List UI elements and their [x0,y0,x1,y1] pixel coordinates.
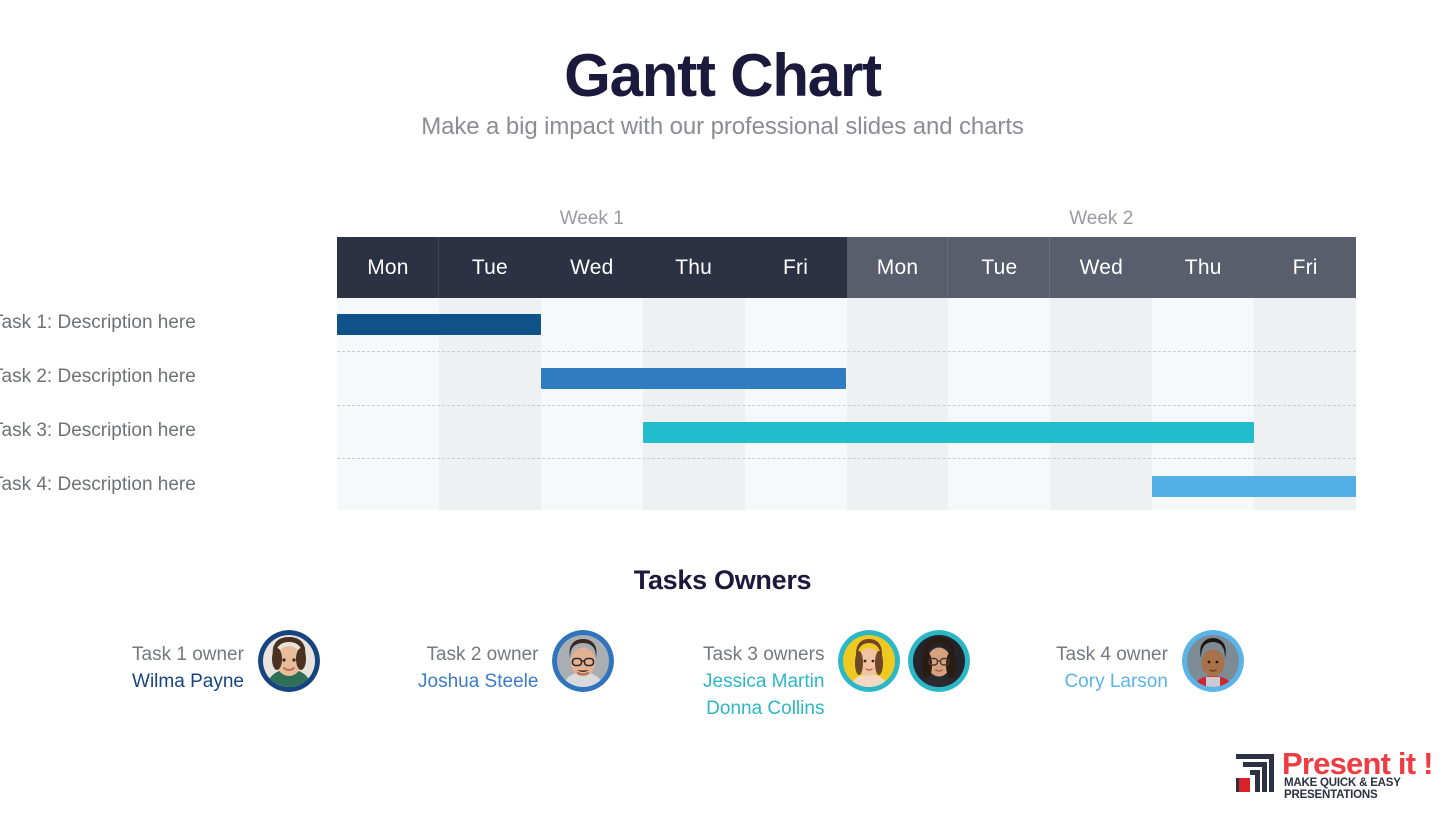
owner-group-task-3[interactable]: Task 3 owners Jessica Martin Donna Colli… [703,630,971,723]
grid-column-w2-mon [846,298,949,510]
day-header-w2-wed: Wed [1050,237,1153,298]
gantt-grid-body [337,298,1357,510]
avatar[interactable] [908,630,971,692]
owner-text-task-1: Task 1 owner Wilma Payne [132,630,258,696]
avatar[interactable] [1181,630,1244,692]
gantt-bar-task-2[interactable] [540,368,847,389]
owner-role-task-1: Task 1 owner [132,644,244,665]
logo-wordmark: Present it ! [1282,746,1433,781]
week-label-2: Week 2 [1069,208,1134,229]
avatar-wilma-payne [257,630,320,692]
grid-column-w1-wed [540,298,643,510]
avatar[interactable] [257,630,320,692]
task-label-4: Task 4: Description here [0,474,196,495]
present-it-logo-icon [1236,754,1274,792]
gantt-bar-task-3[interactable] [642,422,1255,443]
task-label-3: Task 3: Description here [0,420,196,441]
row-divider-3 [337,458,1356,459]
task-label-1: Task 1: Description here [0,312,196,333]
day-header-w1-mon: Mon [337,237,439,298]
task-label-2: Task 2: Description here [0,366,196,387]
owner-text-task-2: Task 2 owner Joshua Steele [418,630,552,696]
avatar[interactable] [552,630,615,692]
owner-avatars-task-4 [1181,630,1244,692]
grid-column-w1-thu [642,298,745,510]
owner-avatars-task-2 [552,630,615,692]
owner-text-task-3: Task 3 owners Jessica Martin Donna Colli… [703,630,838,723]
gantt-bar-task-1[interactable] [337,314,541,335]
week-label-row: Week 1 Week 2 [337,208,1356,236]
owner-name-task-3-a: Jessica Martin [703,670,825,692]
grid-column-w2-tue [948,298,1051,510]
week-label-1: Week 1 [559,208,624,229]
grid-column-w1-fri [744,298,847,510]
brand-logo: Present it ! MAKE QUICK & EASY PRESENTAT… [1234,748,1434,801]
day-header-row: Mon Tue Wed Thu Fri Mon Tue Wed Thu Fri [337,237,1357,298]
owner-role-task-2: Task 2 owner [426,644,539,665]
avatar-joshua-steele [552,630,615,692]
owner-name-task-1-a: Wilma Payne [132,670,244,692]
page-subtitle: Make a big impact with our professional … [421,113,1024,140]
owner-name-task-2-a: Joshua Steele [418,670,539,692]
avatar-donna-collins [908,630,971,692]
day-header-w2-fri: Fri [1254,237,1357,298]
avatar-cory-larson [1181,630,1244,692]
day-header-w1-wed: Wed [540,237,643,298]
owner-avatars-task-3 [838,630,971,692]
owner-group-task-1[interactable]: Task 1 owner Wilma Payne [132,630,320,696]
day-header-w2-tue: Tue [948,237,1051,298]
owner-text-task-4: Task 4 owner Cory Larson [1056,630,1182,696]
page-title: Gantt Chart [564,42,882,109]
grid-column-w2-wed [1050,298,1153,510]
owner-group-task-2[interactable]: Task 2 owner Joshua Steele [418,630,615,696]
avatar[interactable] [838,630,901,692]
row-divider-1 [337,351,1356,352]
owner-group-task-4[interactable]: Task 4 owner Cory Larson [1056,630,1244,696]
owners-row: Task 1 owner Wilma Payne Task 2 owner Jo… [120,630,1345,750]
day-header-w2-mon: Mon [846,237,949,298]
avatar-jessica-martin [838,630,901,692]
gantt-bar-task-4[interactable] [1152,476,1356,497]
owners-section-title: Tasks Owners [633,565,812,595]
owner-role-task-3: Task 3 owners [703,644,825,665]
day-header-w1-fri: Fri [744,237,847,298]
day-header-w1-tue: Tue [438,237,541,298]
owner-avatars-task-1 [257,630,320,692]
logo-tagline: MAKE QUICK & EASY PRESENTATIONS [1284,777,1401,801]
day-header-w2-thu: Thu [1152,237,1255,298]
day-header-w1-thu: Thu [642,237,745,298]
row-divider-2 [337,405,1356,406]
owner-name-task-4-a: Cory Larson [1064,670,1168,692]
owner-name-task-3-b: Donna Collins [706,697,825,719]
owner-role-task-4: Task 4 owner [1056,644,1168,665]
gantt-chart: Mon Tue Wed Thu Fri Mon Tue Wed Thu Fri [337,237,1357,510]
